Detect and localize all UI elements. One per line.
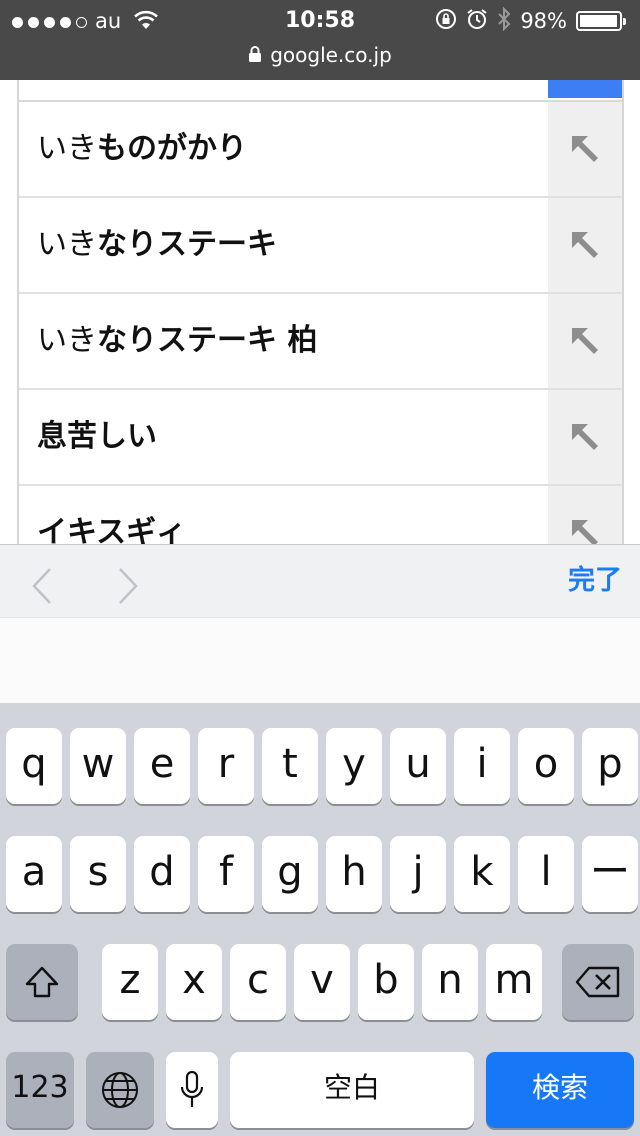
suggestion-row[interactable]: いきものがかり <box>19 102 622 198</box>
key-long-vowel[interactable]: ー <box>582 836 638 912</box>
suggestion-text[interactable]: いきものがかり <box>37 102 247 196</box>
search-input[interactable] <box>19 80 622 102</box>
key-u[interactable]: u <box>390 728 446 804</box>
key-x[interactable]: x <box>166 944 222 1020</box>
backspace-icon <box>575 966 620 998</box>
arrow-up-left-icon <box>572 136 598 162</box>
space-key[interactable]: 空白 <box>230 1052 474 1128</box>
key-d[interactable]: d <box>134 836 190 912</box>
key-f[interactable]: f <box>198 836 254 912</box>
alarm-icon <box>466 8 488 34</box>
suggestion-text[interactable]: いきなりステーキ 柏 <box>37 294 317 388</box>
key-b[interactable]: b <box>358 944 414 1020</box>
key-w[interactable]: w <box>70 728 126 804</box>
key-t[interactable]: t <box>262 728 318 804</box>
next-field-button[interactable] <box>116 567 140 609</box>
globe-icon <box>102 1072 138 1108</box>
chevron-left-icon <box>32 568 51 604</box>
keyboard: q w e r t y u i o p a s d f g h j k l ー … <box>0 703 640 1136</box>
rotation-lock-icon <box>435 8 457 34</box>
arrow-up-left-icon <box>572 520 598 545</box>
fill-query-button[interactable] <box>548 198 622 292</box>
lock-icon <box>248 40 262 70</box>
fill-query-button[interactable] <box>548 390 622 484</box>
key-e[interactable]: e <box>134 728 190 804</box>
search-suggestions: いきものがかり いきなりステーキ いきなりステーキ 柏 息苦しい イキスギィ <box>17 80 624 545</box>
key-s[interactable]: s <box>70 836 126 912</box>
delete-key[interactable] <box>562 944 634 1020</box>
key-r[interactable]: r <box>198 728 254 804</box>
suggestion-row[interactable]: 息苦しい <box>19 390 622 486</box>
key-o[interactable]: o <box>518 728 574 804</box>
key-a[interactable]: a <box>6 836 62 912</box>
microphone-icon <box>180 1070 204 1107</box>
shift-key[interactable] <box>6 944 78 1020</box>
shift-icon <box>25 966 59 998</box>
url-text: google.co.jp <box>270 43 392 67</box>
suggestion-row[interactable]: いきなりステーキ 柏 <box>19 294 622 390</box>
status-bar: au 10:58 98% google.co.jp <box>0 0 640 80</box>
key-g[interactable]: g <box>262 836 318 912</box>
arrow-up-left-icon <box>572 424 598 450</box>
suggestion-text[interactable]: イキスギィ <box>37 486 186 545</box>
suggestion-text[interactable]: いきなりステーキ <box>37 198 277 292</box>
key-i[interactable]: i <box>454 728 510 804</box>
search-submit-button[interactable] <box>548 80 622 98</box>
previous-field-button[interactable] <box>30 567 54 609</box>
battery-icon <box>576 11 626 31</box>
arrow-up-left-icon <box>572 328 598 354</box>
suggestion-row[interactable]: いきなりステーキ <box>19 198 622 294</box>
key-p[interactable]: p <box>582 728 638 804</box>
numbers-key[interactable]: 123 <box>6 1052 74 1128</box>
fill-query-button[interactable] <box>548 102 622 196</box>
key-n[interactable]: n <box>422 944 478 1020</box>
key-c[interactable]: c <box>230 944 286 1020</box>
globe-key[interactable] <box>86 1052 154 1128</box>
key-q[interactable]: q <box>6 728 62 804</box>
key-m[interactable]: m <box>486 944 542 1020</box>
address-bar[interactable]: google.co.jp <box>0 40 640 70</box>
battery-percent: 98% <box>520 9 567 33</box>
suggestion-row[interactable]: イキスギィ <box>19 486 622 545</box>
key-j[interactable]: j <box>390 836 446 912</box>
fill-query-button[interactable] <box>548 486 622 545</box>
suggestion-text[interactable]: 息苦しい <box>37 390 157 484</box>
arrow-up-left-icon <box>572 232 598 258</box>
predictive-bar <box>0 617 640 704</box>
form-accessory-toolbar: 完了 <box>0 544 640 618</box>
chevron-right-icon <box>119 568 138 604</box>
key-v[interactable]: v <box>294 944 350 1020</box>
key-k[interactable]: k <box>454 836 510 912</box>
key-y[interactable]: y <box>326 728 382 804</box>
done-button[interactable]: 完了 <box>568 545 622 617</box>
key-z[interactable]: z <box>102 944 158 1020</box>
fill-query-button[interactable] <box>548 294 622 388</box>
bluetooth-icon <box>497 6 511 35</box>
key-h[interactable]: h <box>326 836 382 912</box>
key-l[interactable]: l <box>518 836 574 912</box>
dictation-key[interactable] <box>166 1052 218 1128</box>
search-key[interactable]: 検索 <box>486 1052 634 1128</box>
